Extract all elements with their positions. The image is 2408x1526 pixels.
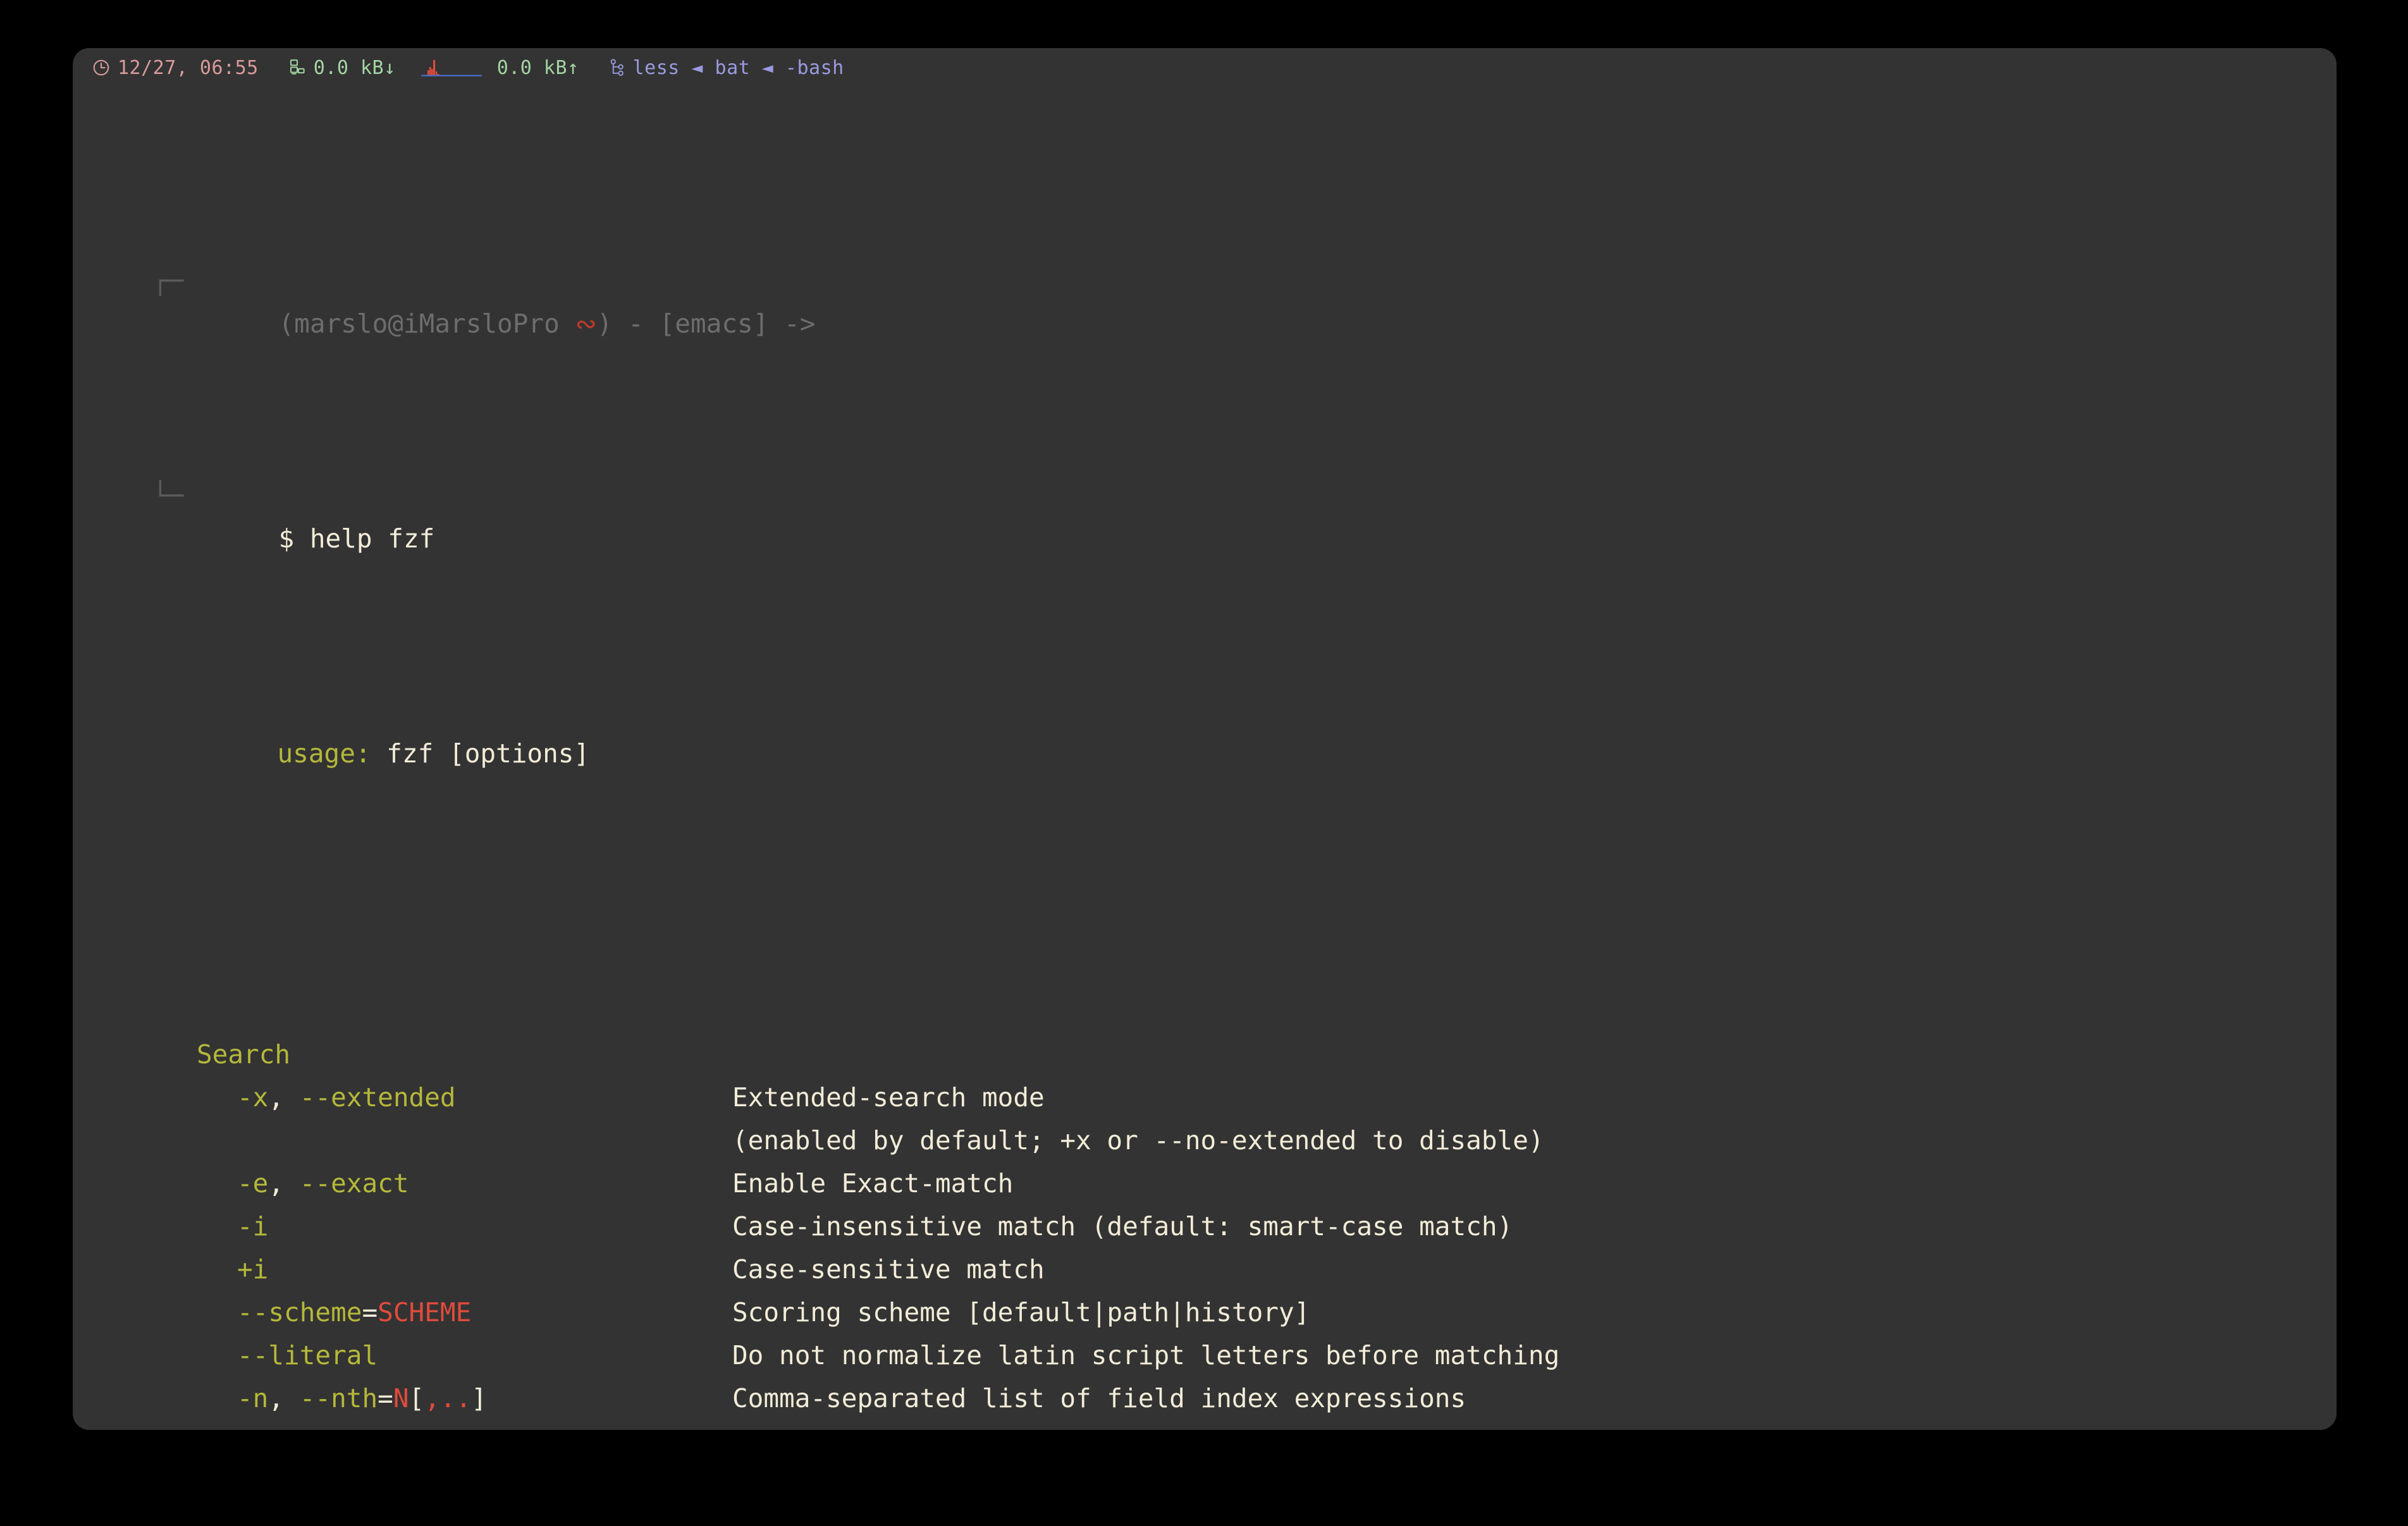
- option-long-flag: --literal: [237, 1340, 378, 1370]
- network-icon: [288, 58, 307, 77]
- prompt-tilde-icon: ∾: [575, 308, 597, 339]
- usage-rest: fzf [options]: [371, 738, 590, 769]
- prompt-host: (marslo@iMarsloPro: [278, 308, 575, 339]
- option-description: Do not normalize latin script letters be…: [732, 1340, 1560, 1370]
- option-flag: -n, --nth=N[,..]: [237, 1377, 487, 1420]
- clock-time: 12/27, 06:55: [118, 56, 259, 79]
- option-short-flag: -i: [237, 1211, 269, 1242]
- option-row: +i Case-sensitive match: [73, 1248, 2337, 1291]
- process-chain-group: less ◄ bat ◄ -bash: [608, 57, 844, 79]
- prompt-editor: [emacs]: [659, 308, 769, 339]
- option-description: Case-sensitive match: [732, 1254, 1045, 1285]
- usage-label: usage:: [277, 738, 371, 769]
- option-separator: ,: [268, 1168, 300, 1199]
- option-long-flag: --scheme: [237, 1297, 362, 1328]
- prompt-host-close: ): [596, 308, 613, 339]
- terminal-output[interactable]: ┌─ (marslo@iMarsloPro ∾) - [emacs] -> └─ $…: [73, 87, 2337, 1430]
- option-description: Enable Exact-match: [732, 1168, 1014, 1199]
- command-text: help fzf: [309, 523, 435, 554]
- option-separator: ,: [268, 1383, 300, 1413]
- option-short-flag: +i: [237, 1254, 269, 1285]
- option-row: --scheme=SCHEME Scoring scheme [default|p…: [73, 1291, 2337, 1334]
- option-row: -e, --exact Enable Exact-match: [73, 1162, 2337, 1205]
- option-long-flag: --extended: [299, 1082, 456, 1113]
- option-metavar: N: [393, 1383, 409, 1413]
- network-up-group: 0.0 kB↑: [417, 56, 579, 79]
- option-flag: +i: [237, 1248, 268, 1291]
- option-flag: -x, --extended: [237, 1076, 456, 1119]
- prompt-dollar-icon: $: [278, 523, 295, 554]
- clock-icon: [92, 58, 111, 77]
- option-meta-punct: .: [439, 1383, 456, 1413]
- option-meta-punct: ]: [471, 1383, 487, 1413]
- option-description-continuation-row: (enabled by default; +x or --no-extended…: [73, 1119, 2337, 1162]
- prompt-box-bottom: └─: [152, 480, 184, 511]
- option-metavar: SCHEME: [378, 1297, 472, 1328]
- option-meta-punct: ,: [424, 1383, 440, 1413]
- process-chain-label: less ◄ bat ◄ -bash: [632, 56, 844, 79]
- option-description-continuation: for limiting search scope. Each can be a…: [732, 1420, 1497, 1430]
- option-meta-punct: .: [455, 1383, 472, 1413]
- option-meta-punct: =: [362, 1297, 378, 1328]
- option-flag: --scheme=SCHEME: [237, 1291, 471, 1334]
- prompt-arrow: ->: [768, 308, 816, 339]
- option-short-flag: -n: [237, 1383, 269, 1413]
- help-sections: Search -x, --extended Extended-search mode…: [73, 1033, 2337, 1430]
- usage-line: usage: fzf [options]: [73, 689, 2337, 769]
- clock-status-group: 12/27, 06:55: [92, 57, 259, 79]
- sparkline-graph-icon: [417, 56, 493, 79]
- prompt-line-top: ┌─ (marslo@iMarsloPro ∾) - [emacs] ->: [73, 259, 2337, 339]
- option-short-flag: -e: [237, 1168, 269, 1199]
- option-description: Scoring scheme [default|path|history]: [732, 1297, 1310, 1328]
- network-down-value: 0.0 kB↓: [313, 56, 396, 79]
- option-separator: ,: [268, 1082, 300, 1113]
- option-flag: -e, --exact: [237, 1162, 409, 1205]
- option-description: Comma-separated list of field index expr…: [732, 1383, 1466, 1413]
- prompt-box-top: ┌─: [152, 266, 184, 296]
- option-flag: --literal: [237, 1334, 378, 1377]
- option-row: -i Case-insensitive match (default: smart…: [73, 1205, 2337, 1248]
- option-description: Case-insensitive match (default: smart-c…: [732, 1211, 1513, 1242]
- option-short-flag: -x: [237, 1082, 269, 1113]
- option-row: -x, --extended Extended-search mode: [73, 1076, 2337, 1119]
- option-long-flag: --exact: [299, 1168, 409, 1199]
- option-flag: -i: [237, 1205, 268, 1248]
- option-row: -n, --nth=N[,..] Comma-separated list of …: [73, 1377, 2337, 1420]
- option-description-continuation: (enabled by default; +x or --no-extended…: [732, 1125, 1544, 1156]
- prompt-dash: -: [612, 308, 660, 339]
- option-meta-punct: =: [378, 1383, 393, 1413]
- network-up-value: 0.0 kB↑: [496, 56, 579, 79]
- section-title-label: Search: [197, 1039, 291, 1070]
- option-long-flag: --nth: [299, 1383, 378, 1413]
- section-title: Search: [73, 1033, 2337, 1076]
- network-down-group: 0.0 kB↓: [288, 57, 396, 79]
- desktop: 12/27, 06:55 0.0 kB↓ 0.0 kB↑ less ◄ bat …: [0, 0, 2408, 1526]
- process-tree-icon: [608, 58, 626, 77]
- prompt-line-command[interactable]: └─ $ help fzf: [73, 474, 2337, 554]
- terminal-window[interactable]: 12/27, 06:55 0.0 kB↓ 0.0 kB↑ less ◄ bat …: [73, 48, 2337, 1430]
- option-description: Extended-search mode: [732, 1082, 1045, 1113]
- option-meta-punct: [: [408, 1383, 425, 1413]
- option-row: --literal Do not normalize latin script l…: [73, 1334, 2337, 1377]
- status-bar: 12/27, 06:55 0.0 kB↓ 0.0 kB↑ less ◄ bat …: [73, 48, 2337, 87]
- option-description-continuation-row: for limiting search scope. Each can be a…: [73, 1420, 2337, 1430]
